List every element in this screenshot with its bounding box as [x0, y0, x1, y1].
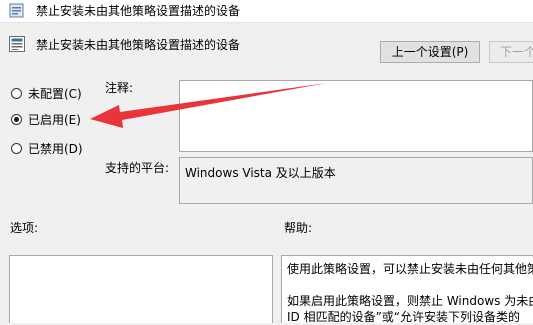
- radio-enabled[interactable]: 已启用(E): [11, 111, 81, 127]
- radio-not-configured-label: 未配置(C): [28, 86, 82, 101]
- help-text-line-1: 使用此策略设置，可以禁止安装未由任何其他策略: [287, 262, 533, 276]
- help-label: 帮助:: [284, 221, 313, 235]
- supported-platform-value: Windows Vista 及以上版本: [185, 166, 336, 180]
- radio-enabled-circle[interactable]: [11, 113, 22, 125]
- radio-disabled[interactable]: 已禁用(D): [11, 140, 83, 156]
- radio-disabled-label: 已禁用(D): [28, 141, 83, 156]
- window-title: 禁止安装未由其他策略设置描述的设备: [36, 4, 241, 18]
- help-panel: 使用此策略设置，可以禁止安装未由任何其他策略 如果启用此策略设置，则禁止 Win…: [281, 255, 533, 324]
- next-setting-button[interactable]: 下一个: [489, 41, 533, 63]
- supported-platform-box: Windows Vista 及以上版本: [179, 157, 533, 204]
- setting-title: 禁止安装未由其他策略设置描述的设备: [36, 38, 241, 52]
- radio-enabled-label: 已启用(E): [28, 112, 81, 127]
- policy-window-icon: [9, 3, 24, 18]
- radio-not-configured-circle[interactable]: [11, 87, 22, 99]
- supported-platform-label: 支持的平台:: [105, 161, 170, 175]
- comment-label: 注释:: [105, 81, 134, 95]
- policy-setting-icon: [9, 36, 25, 52]
- help-text-line-2: 如果启用此策略设置，则禁止 Windows 为未由: [287, 294, 533, 308]
- radio-not-configured[interactable]: 未配置(C): [11, 85, 82, 101]
- options-label: 选项:: [10, 221, 39, 235]
- previous-setting-button[interactable]: 上一个设置(P): [380, 41, 480, 63]
- options-panel: [9, 255, 273, 323]
- radio-disabled-circle[interactable]: [11, 142, 22, 154]
- comment-textarea[interactable]: [179, 80, 533, 152]
- title-bar: 禁止安装未由其他策略设置描述的设备: [0, 0, 533, 23]
